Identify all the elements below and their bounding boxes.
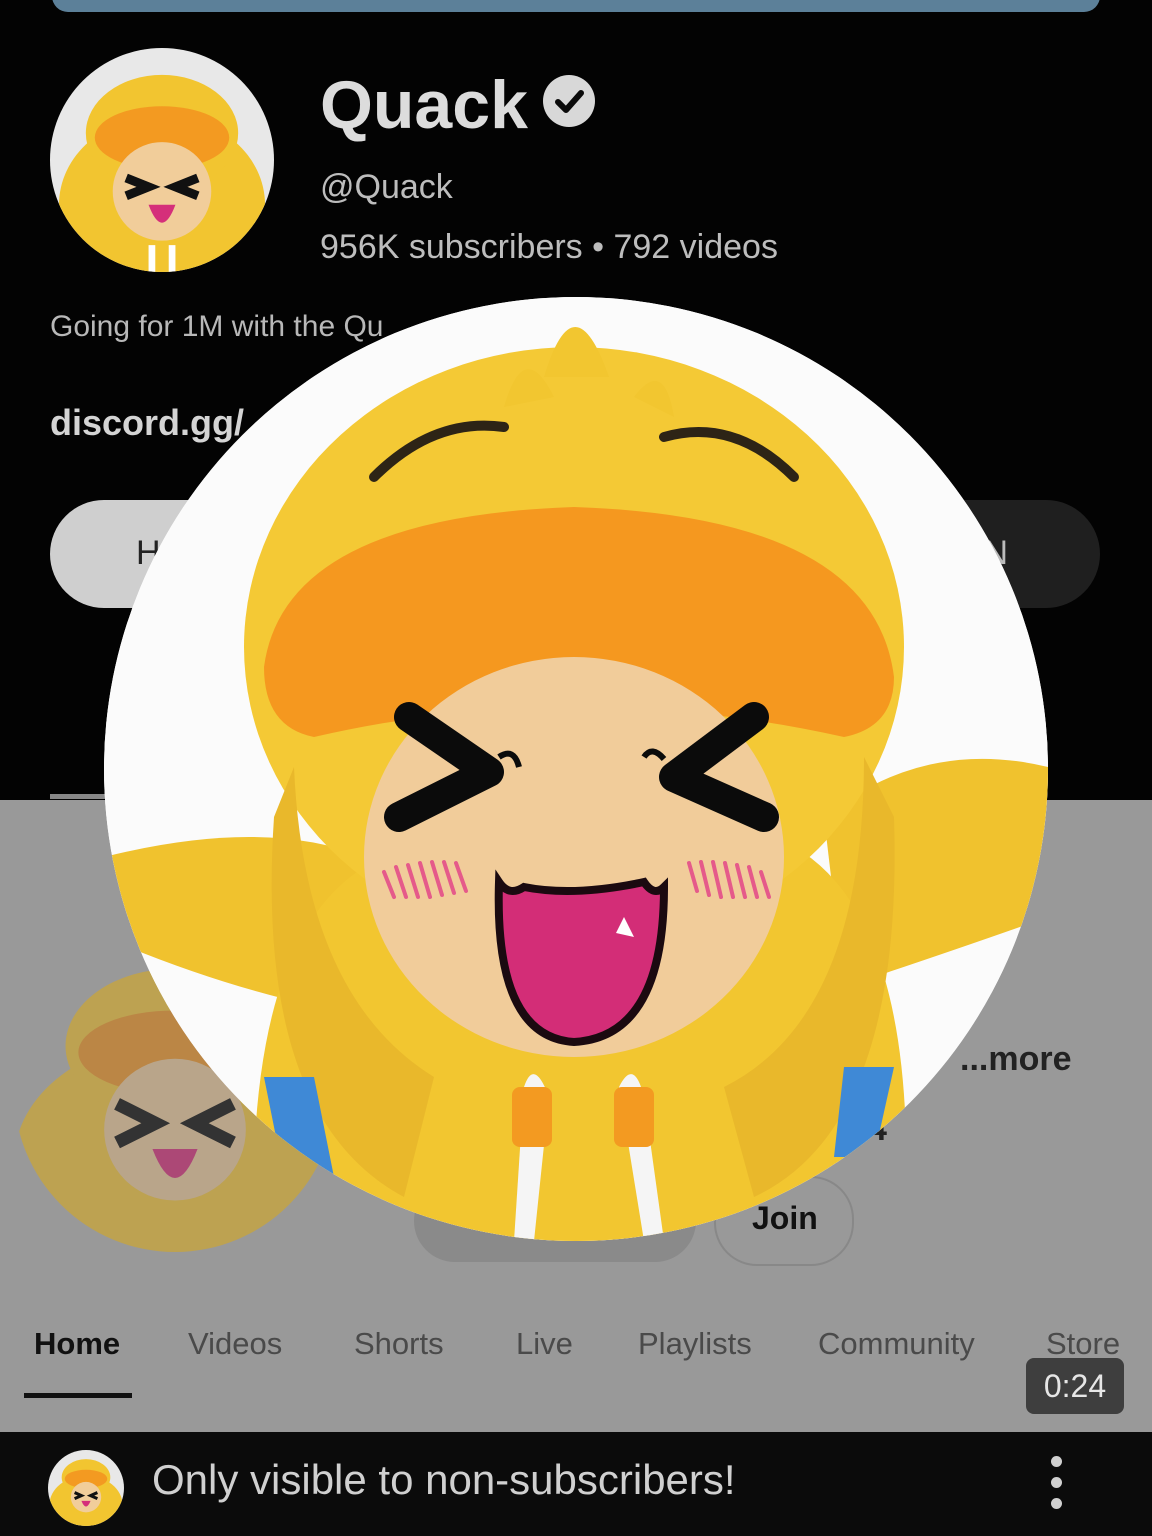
zoomed-avatar-overlay — [104, 297, 1048, 1241]
active-tab-underline — [24, 1393, 132, 1398]
description-more-link[interactable]: ...more — [960, 1040, 1071, 1079]
tab-indicator-top — [50, 794, 110, 799]
tab-shorts[interactable]: Shorts — [354, 1326, 444, 1362]
caption-text: Only visible to non-subscribers! — [152, 1456, 736, 1503]
tab-live[interactable]: Live — [516, 1326, 573, 1362]
join-button-label: Join — [752, 1200, 818, 1236]
channel-description[interactable]: Going for 1M with the Qu — [50, 310, 384, 344]
tab-home[interactable]: Home — [34, 1326, 120, 1362]
kebab-menu-icon[interactable] — [1044, 1456, 1068, 1516]
channel-avatar[interactable] — [50, 48, 274, 272]
tab-videos[interactable]: Videos — [188, 1326, 282, 1362]
channel-stats: 956K subscribers • 792 videos — [320, 228, 778, 266]
channel-link[interactable]: discord.gg/ — [50, 402, 244, 444]
caption-avatar — [48, 1450, 124, 1526]
search-bar[interactable] — [52, 0, 1100, 12]
tab-community[interactable]: Community — [818, 1326, 975, 1362]
channel-tabs: Home Videos Shorts Live Playlists Commun… — [0, 1320, 1152, 1400]
tab-store[interactable]: Store — [1046, 1326, 1120, 1362]
verified-check-icon — [543, 75, 595, 127]
video-duration-badge: 0:24 — [1026, 1358, 1124, 1414]
channel-handle: @Quack — [320, 168, 453, 206]
tab-playlists[interactable]: Playlists — [638, 1326, 752, 1362]
channel-name: Quack — [320, 67, 528, 143]
